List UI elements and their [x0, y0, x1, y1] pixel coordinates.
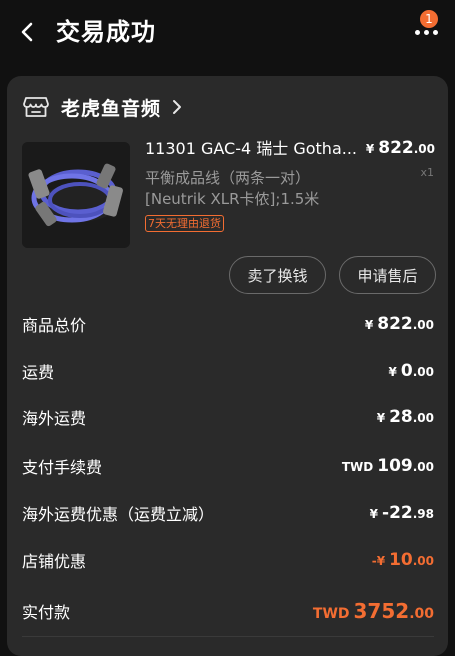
summary-row-payment-fee: 支付手续费 TWD 109.00: [22, 452, 434, 480]
after-sale-button[interactable]: 申请售后: [339, 256, 436, 294]
row-amount: ¥ -22.98: [369, 503, 434, 523]
cable-picture: [22, 142, 130, 248]
row-amount: ¥822.00: [364, 314, 434, 334]
page-title: 交易成功: [56, 18, 156, 46]
shop-link[interactable]: 老虎鱼音频: [23, 92, 183, 122]
product-title[interactable]: 11301 GAC-4 瑞士 Gotha...: [145, 138, 363, 160]
row-amount: ¥0.00: [388, 361, 434, 381]
shop-name: 老虎鱼音频: [61, 97, 162, 120]
chevron-left-icon: [21, 22, 33, 42]
return-policy-tag: 7天无理由退货: [145, 215, 224, 232]
more-icon: [414, 29, 438, 35]
notification-badge: 1: [419, 9, 439, 29]
row-label: 海外运费优惠（运费立减）: [22, 505, 215, 524]
store-icon: [23, 97, 49, 117]
summary-row-overseas-shipping: 海外运费 ¥28.00: [22, 403, 434, 431]
summary-row-shipping: 运费 ¥0.00: [22, 357, 434, 385]
spec-line: 平衡成品线（两条一对）: [145, 169, 311, 187]
product-price: ¥ 822 .00: [365, 138, 435, 158]
summary-row-shipping-discount: 海外运费优惠（运费立减） ¥ -22.98: [22, 499, 434, 527]
chevron-right-icon: [173, 100, 182, 114]
divider: [22, 636, 434, 637]
row-label: 海外运费: [22, 409, 87, 428]
total-paid-amount: TWD 3752.00: [312, 599, 434, 623]
top-nav-bar: 交易成功 1: [0, 0, 455, 64]
summary-row-subtotal: 商品总价 ¥822.00: [22, 310, 434, 338]
summary-row-total-paid: 实付款 TWD 3752.00: [22, 597, 434, 625]
product-quantity: x1: [420, 166, 434, 179]
product-spec: 平衡成品线（两条一对） [Neutrik XLR卡侬];1.5米: [145, 168, 370, 210]
back-button[interactable]: [14, 18, 40, 46]
row-label: 店铺优惠: [22, 552, 87, 571]
summary-row-shop-discount: 店铺优惠 -¥ 10.00: [22, 546, 434, 574]
row-label: 运费: [22, 363, 55, 382]
spec-line: [Neutrik XLR卡侬];1.5米: [145, 190, 320, 208]
order-card: 老虎鱼音频 11301 GAC-4 瑞士 Gotha... 平衡成品线（两条一对…: [7, 76, 448, 656]
row-amount: -¥ 10.00: [371, 550, 434, 570]
row-label: 实付款: [22, 603, 71, 622]
product-image[interactable]: [22, 142, 130, 248]
row-amount: ¥28.00: [376, 407, 434, 427]
row-label: 商品总价: [22, 316, 87, 335]
row-amount: TWD 109.00: [341, 456, 434, 476]
resell-button[interactable]: 卖了换钱: [229, 256, 326, 294]
row-label: 支付手续费: [22, 458, 103, 477]
